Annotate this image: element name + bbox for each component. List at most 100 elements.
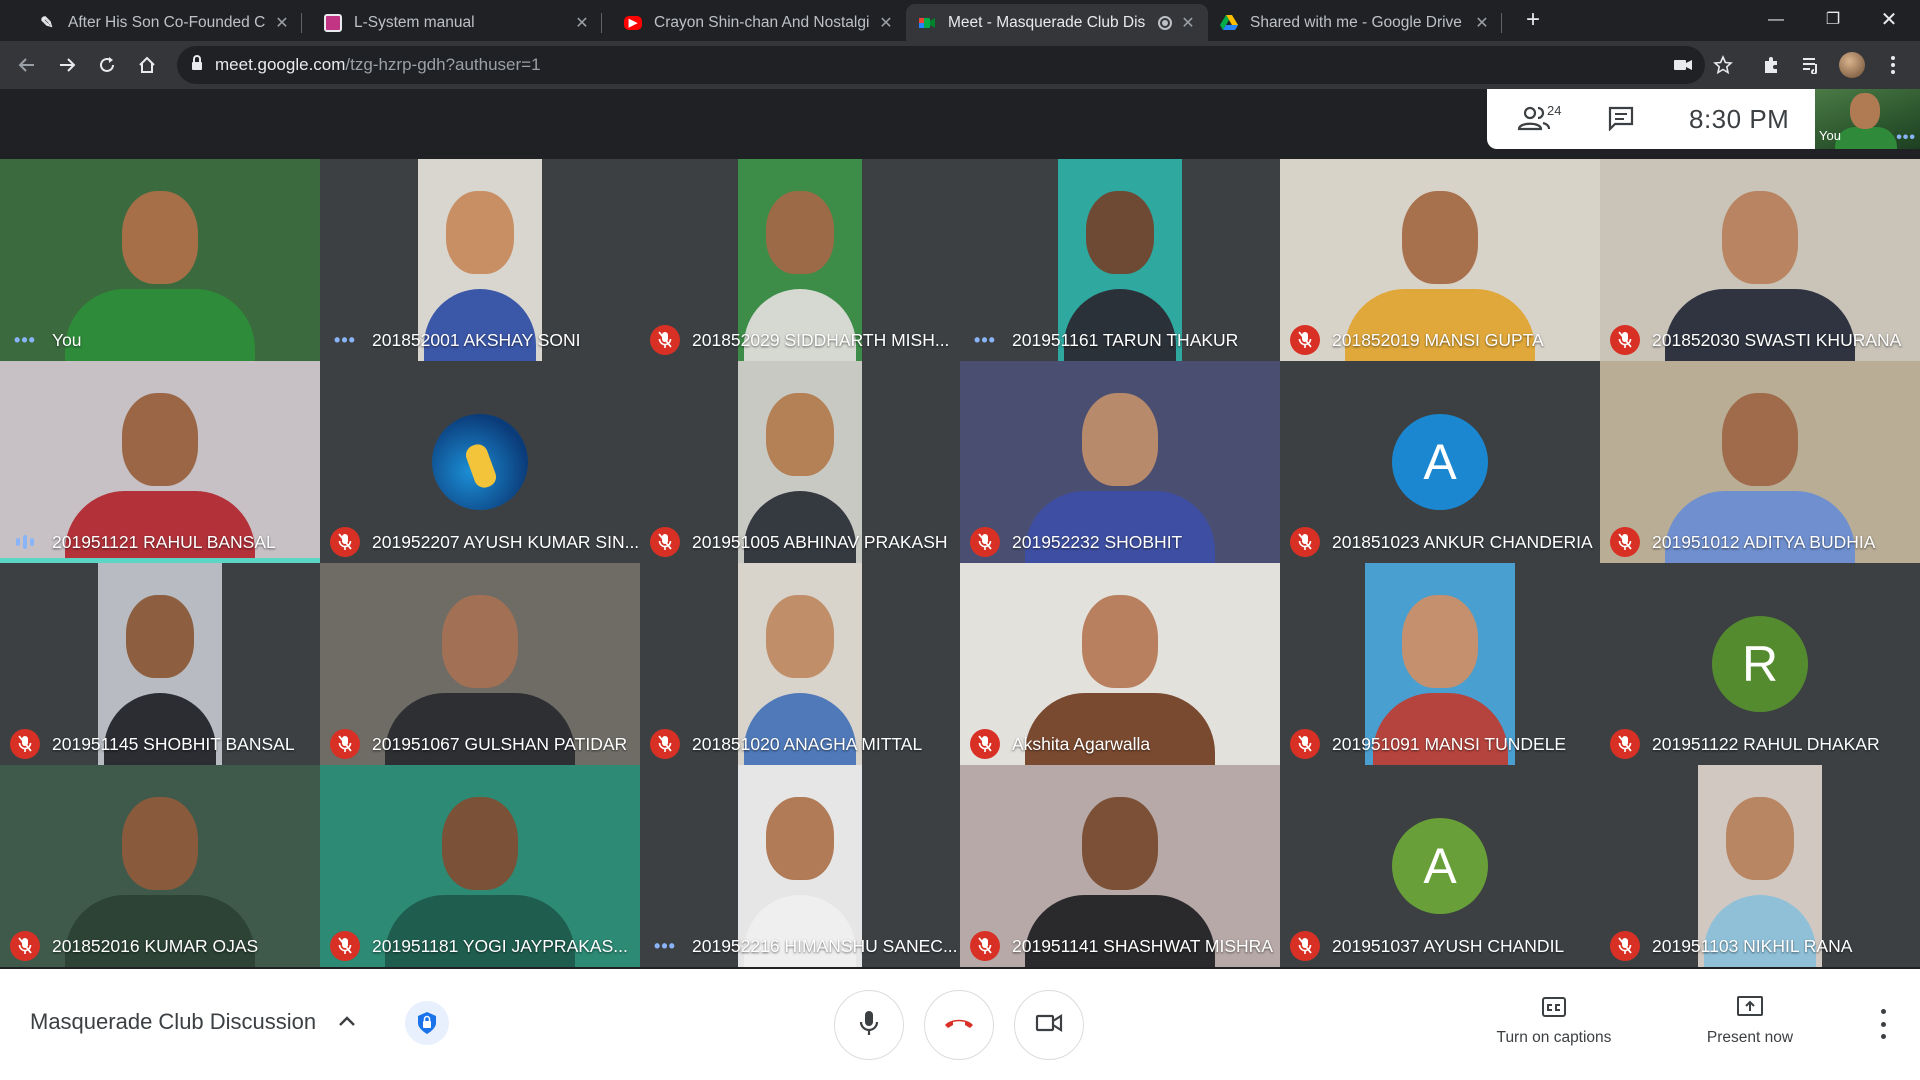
host-controls-lock-icon[interactable] <box>405 1001 449 1045</box>
participant-tile[interactable]: 201951067 GULSHAN PATIDAR <box>320 563 640 765</box>
participant-name: 201951141 SHASHWAT MISHRA <box>1012 935 1273 956</box>
meet-control-bar: Masquerade Club Discussion Turn on capti… <box>0 969 1920 1080</box>
tab-close-icon[interactable]: ✕ <box>878 13 894 33</box>
self-view-thumbnail[interactable]: You ••• <box>1815 89 1920 149</box>
participant-name: 201951067 GULSHAN PATIDAR <box>372 733 628 754</box>
captions-button[interactable]: Turn on captions <box>1479 993 1629 1057</box>
leave-call-button[interactable] <box>924 990 994 1060</box>
present-label: Present now <box>1706 1029 1794 1046</box>
participant-tile[interactable]: ••• You <box>0 159 320 361</box>
tab-close-icon[interactable]: ✕ <box>574 13 590 33</box>
chevron-up-icon[interactable] <box>336 1011 358 1033</box>
browser-tab-3[interactable]: Meet - Masquerade Club Dis ✕ <box>906 4 1208 41</box>
recording-indicator-icon <box>1158 15 1172 30</box>
participant-name-bar: 201852016 KUMAR OJAS <box>0 925 320 967</box>
mic-off-icon <box>1610 931 1640 961</box>
more-options-dots-icon[interactable]: ••• <box>1896 129 1916 147</box>
self-view-label: You <box>1819 128 1841 143</box>
mic-off-icon <box>1290 527 1320 557</box>
participant-name: You <box>52 329 82 350</box>
browser-toolbar: meet.google.com/tzg-hzrp-gdh?authuser=1 <box>0 41 1920 89</box>
browser-tab-1[interactable]: L-System manual ✕ <box>312 4 602 41</box>
forward-arrow-icon[interactable] <box>52 50 82 80</box>
participant-tile[interactable]: 201852030 SWASTI KHURANA <box>1600 159 1920 361</box>
mic-off-icon <box>1610 527 1640 557</box>
participant-name-bar: ••• 201951161 TARUN THAKUR <box>960 319 1280 361</box>
extensions-puzzle-icon[interactable] <box>1758 52 1784 78</box>
mic-off-icon <box>1290 931 1320 961</box>
browser-tab-4[interactable]: Shared with me - Google Drive ✕ <box>1208 4 1502 41</box>
chat-icon[interactable] <box>1607 105 1637 133</box>
minimize-window-icon[interactable]: — <box>1753 4 1799 36</box>
participant-tile[interactable]: 201951091 MANSI TUNDELE <box>1280 563 1600 765</box>
tab-title: Crayon Shin-chan And Nostalgia <box>654 13 870 31</box>
microphone-button[interactable] <box>834 990 904 1060</box>
chrome-menu-icon[interactable] <box>1880 52 1906 78</box>
participant-tile[interactable]: R 201951122 RAHUL DHAKAR <box>1600 563 1920 765</box>
participant-tile[interactable]: ••• 201852001 AKSHAY SONI <box>320 159 640 361</box>
reload-icon[interactable] <box>92 50 122 80</box>
new-tab-button[interactable]: + <box>1520 8 1546 34</box>
participant-tile[interactable]: 201951103 NIKHIL RANA <box>1600 765 1920 967</box>
browser-tab-0[interactable]: ✎ After His Son Co-Founded Cours ✕ <box>26 4 302 41</box>
camera-button[interactable] <box>1014 990 1084 1060</box>
present-now-button[interactable]: Present now <box>1675 993 1825 1057</box>
participant-name-bar: Akshita Agarwalla <box>960 723 1280 765</box>
tab-close-icon[interactable]: ✕ <box>1474 13 1490 33</box>
restore-window-icon[interactable]: ❐ <box>1810 4 1856 36</box>
participant-tile[interactable]: 201951141 SHASHWAT MISHRA <box>960 765 1280 967</box>
participant-name-bar: ••• 201952216 HIMANSHU SANEC... <box>640 925 960 967</box>
participant-tile[interactable]: Akshita Agarwalla <box>960 563 1280 765</box>
tab-title: Meet - Masquerade Club Dis <box>948 13 1146 31</box>
participant-tile[interactable]: 201951005 ABHINAV PRAKASH <box>640 361 960 563</box>
meet-favicon-icon <box>918 14 936 32</box>
home-icon[interactable] <box>132 50 162 80</box>
tab-close-icon[interactable]: ✕ <box>1180 13 1196 33</box>
lock-icon <box>191 54 203 76</box>
participant-grid: ••• You ••• 201852001 AKSHAY SONI 201852029 … <box>0 159 1920 969</box>
bookmark-star-icon[interactable] <box>1710 52 1736 78</box>
participant-name-bar: 201951091 MANSI TUNDELE <box>1280 723 1600 765</box>
participant-name: 201951145 SHOBHIT BANSAL <box>52 733 295 754</box>
tab-close-icon[interactable]: ✕ <box>274 13 290 33</box>
participant-name: 201851020 ANAGHA MITTAL <box>692 733 923 754</box>
participant-tile[interactable]: A 201851023 ANKUR CHANDERIA <box>1280 361 1600 563</box>
tab-title: L-System manual <box>354 13 475 31</box>
participant-tile[interactable]: ••• 201952216 HIMANSHU SANEC... <box>640 765 960 967</box>
participant-tile[interactable]: 201951012 ADITYA BUDHIA <box>1600 361 1920 563</box>
profile-avatar[interactable] <box>1839 52 1865 78</box>
google-drive-favicon-icon <box>1220 14 1238 32</box>
media-queue-icon[interactable] <box>1798 52 1824 78</box>
participant-tile[interactable]: 201951181 YOGI JAYPRAKAS... <box>320 765 640 967</box>
participant-tile[interactable]: 201851020 ANAGHA MITTAL <box>640 563 960 765</box>
captions-label: Turn on captions <box>1496 1029 1612 1046</box>
participant-tile[interactable]: 201951145 SHOBHIT BANSAL <box>0 563 320 765</box>
participant-count: 24 <box>1547 103 1562 118</box>
mic-off-icon <box>10 729 40 759</box>
camera-in-use-icon[interactable] <box>1670 52 1696 78</box>
participant-tile[interactable]: 201852029 SIDDHARTH MISH... <box>640 159 960 361</box>
mic-off-icon <box>330 729 360 759</box>
participant-tile[interactable]: ••• 201951161 TARUN THAKUR <box>960 159 1280 361</box>
microphone-icon <box>858 1009 880 1042</box>
participant-name-bar: 201952207 AYUSH KUMAR SIN... <box>320 521 640 563</box>
participant-name-bar: 201951145 SHOBHIT BANSAL <box>0 723 320 765</box>
mic-off-icon <box>1610 325 1640 355</box>
participant-name-bar: 201951121 RAHUL BANSAL <box>0 521 320 563</box>
participant-tile[interactable]: A 201951037 AYUSH CHANDIL <box>1280 765 1600 967</box>
participant-tile[interactable]: 201952232 SHOBHIT <box>960 361 1280 563</box>
address-bar[interactable]: meet.google.com/tzg-hzrp-gdh?authuser=1 <box>177 46 1705 84</box>
participant-tile[interactable]: 201951121 RAHUL BANSAL <box>0 361 320 563</box>
mic-off-icon <box>970 527 1000 557</box>
more-options-icon[interactable] <box>1872 1009 1894 1039</box>
participant-tile[interactable]: 201952207 AYUSH KUMAR SIN... <box>320 361 640 563</box>
close-window-icon[interactable]: ✕ <box>1866 4 1912 36</box>
audio-idle-dots-icon: ••• <box>14 329 36 350</box>
meeting-title[interactable]: Masquerade Club Discussion <box>30 1009 316 1035</box>
participant-name-bar: 201951103 NIKHIL RANA <box>1600 925 1920 967</box>
meeting-clock: 8:30 PM <box>1689 104 1790 134</box>
back-arrow-icon[interactable] <box>12 50 42 80</box>
participant-tile[interactable]: 201852016 KUMAR OJAS <box>0 765 320 967</box>
participant-tile[interactable]: 201852019 MANSI GUPTA <box>1280 159 1600 361</box>
browser-tab-2[interactable]: ▶ Crayon Shin-chan And Nostalgia ✕ <box>612 4 906 41</box>
